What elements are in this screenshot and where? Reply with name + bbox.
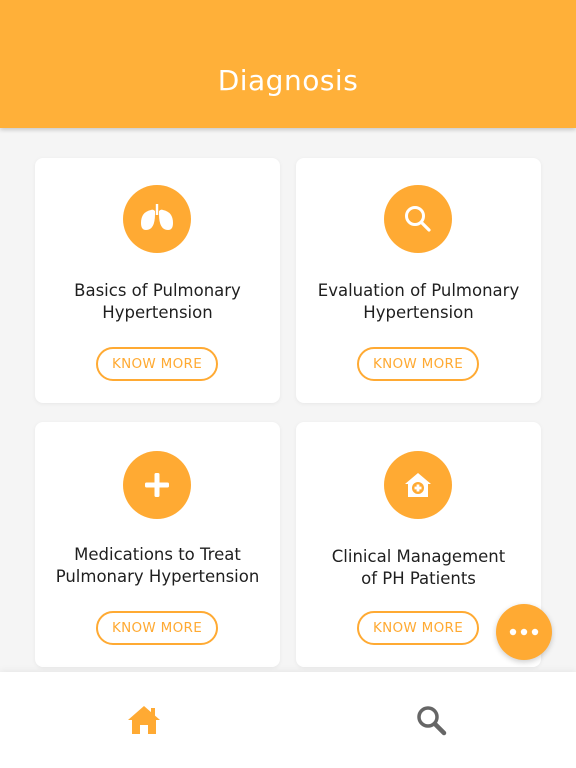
know-more-button[interactable]: KNOW MORE [357, 347, 479, 381]
card-title-line: Medications to Treat [74, 545, 241, 564]
card-medications[interactable]: Medications to Treat Pulmonary Hypertens… [35, 422, 280, 667]
nav-search-button[interactable] [409, 698, 453, 742]
know-more-button[interactable]: KNOW MORE [96, 611, 218, 645]
card-title-line: Hypertension [363, 303, 474, 322]
nav-home-button[interactable] [122, 698, 166, 742]
more-options-button[interactable] [496, 604, 552, 660]
card-title-line: Hypertension [102, 303, 213, 322]
plus-icon [123, 451, 191, 519]
magnifier-icon [384, 185, 452, 253]
more-dots-icon [509, 628, 539, 636]
page-title: Diagnosis [217, 64, 359, 97]
app-header: Diagnosis [0, 0, 576, 128]
card-evaluation[interactable]: Evaluation of Pulmonary Hypertension KNO… [296, 158, 541, 403]
know-more-button[interactable]: KNOW MORE [96, 347, 218, 381]
card-title-line: Evaluation of Pulmonary [317, 281, 520, 300]
card-title: Evaluation of Pulmonary Hypertension [306, 280, 531, 324]
card-basics[interactable]: Basics of Pulmonary Hypertension KNOW MO… [35, 158, 280, 403]
card-title: Medications to Treat Pulmonary Hypertens… [45, 544, 270, 588]
hospital-icon [384, 451, 452, 519]
bottom-navigation [0, 672, 576, 768]
card-title: Basics of Pulmonary Hypertension [45, 280, 270, 324]
card-title-line: Basics of Pulmonary [74, 281, 241, 300]
lungs-icon [123, 185, 191, 253]
card-title: Clinical Management of PH Patients [306, 546, 531, 590]
card-title-line: of PH Patients [361, 569, 476, 588]
home-icon [128, 706, 160, 734]
search-icon [417, 706, 447, 736]
card-title-line: Pulmonary Hypertension [55, 567, 260, 586]
know-more-button[interactable]: KNOW MORE [357, 611, 479, 645]
card-title-line: Clinical Management [331, 547, 506, 566]
